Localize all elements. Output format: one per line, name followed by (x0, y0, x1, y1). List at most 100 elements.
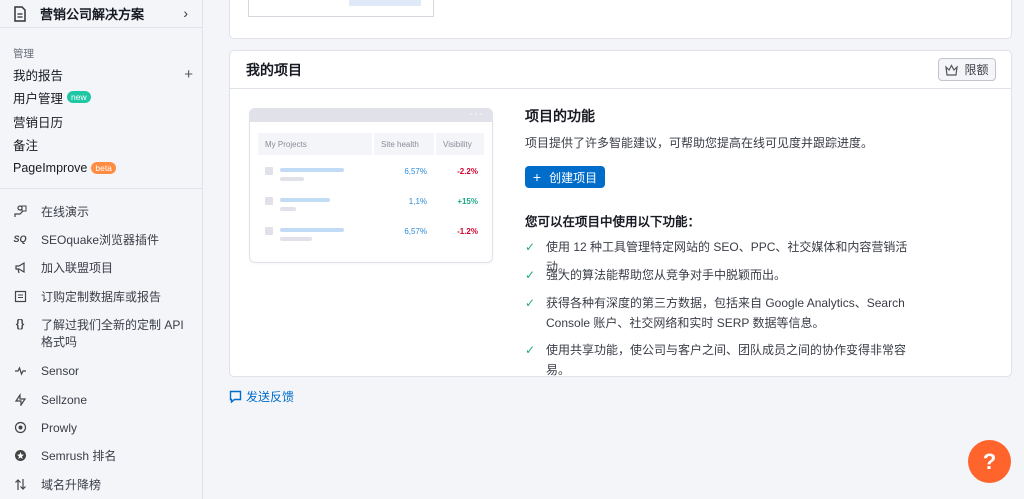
sidebar-link-label: 了解过我们全新的定制 API 格式吗 (41, 318, 184, 349)
document-list-icon (13, 289, 27, 303)
sidebar-top-label: 营销公司解决方案 (40, 7, 145, 22)
sidebar-link-affiliate[interactable]: 加入联盟项目 (13, 260, 198, 277)
limits-button-label: 限额 (964, 63, 989, 77)
sidebar: 营销公司解决方案 › 管理 我的报告 + 用户管理 new 营销日历 备注 Pa… (0, 0, 203, 499)
sidebar-item-label: 营销日历 (13, 115, 64, 130)
feature-text: 强大的算法能帮助您从竞争对手中脱颖而出。 (546, 268, 787, 282)
plus-icon: + (532, 169, 542, 185)
sidebar-link-demo[interactable]: 在线演示 (13, 204, 198, 221)
sensor-icon (13, 363, 27, 377)
sidebar-item-label: 用户管理 (13, 91, 64, 106)
seoquake-icon: SQ (13, 234, 27, 244)
sidebar-link-seoquake[interactable]: SQ SEOquake浏览器插件 (13, 232, 198, 249)
sidebar-link-sellzone[interactable]: Sellzone (13, 392, 198, 409)
prowly-icon (13, 420, 27, 434)
sidebar-link-domain-rank[interactable]: 域名升降榜 (13, 477, 198, 494)
sidebar-link-label: Semrush 排名 (41, 449, 117, 463)
chevron-right-icon: › (183, 5, 188, 21)
sidebar-link-label: 加入联盟项目 (41, 261, 114, 275)
preview-checkbox (265, 227, 273, 235)
sidebar-link-label: 订购定制数据库或报告 (41, 290, 162, 304)
feature-text: 获得各种有深度的第三方数据，包括来自 Google Analytics、Sear… (546, 296, 905, 330)
create-project-label: 创建项目 (549, 170, 598, 185)
feature-text: 使用共享功能，使公司与客户之间、团队成员之间的协作变得非常容易。 (546, 343, 907, 377)
preview-checkbox (265, 197, 273, 205)
feedback-icon (229, 390, 242, 403)
preview-site-health: 1,1% (408, 197, 427, 206)
card-title: 我的项目 (246, 61, 302, 78)
send-feedback-link[interactable]: 发送反馈 (229, 388, 294, 405)
add-report-icon[interactable]: + (184, 66, 193, 83)
previous-card (229, 0, 1012, 39)
new-badge: new (67, 91, 91, 103)
sidebar-link-label: Prowly (41, 421, 78, 435)
sidebar-link-label: Sellzone (41, 393, 88, 407)
feature-item: ✓ 使用共享功能，使公司与客户之间、团队成员之间的协作变得非常容易。 (525, 340, 925, 380)
send-feedback-label: 发送反馈 (246, 390, 295, 404)
preview-row: 6,57% -2.2% (250, 166, 492, 186)
preview-header-projects: My Projects (258, 133, 372, 155)
sidebar-link-label: Sensor (41, 364, 80, 378)
sidebar-item-marketing-calendar[interactable]: 营销日历 (13, 111, 193, 131)
preview-site-health: 6,57% (404, 167, 427, 176)
preview-sub-line (280, 207, 296, 211)
preview-header-visibility: Visibility (436, 133, 484, 155)
presentation-icon (13, 204, 27, 218)
preview-header-site-health: Site health (374, 133, 434, 155)
illustration-shape (349, 0, 421, 6)
beta-badge: beta (91, 162, 116, 174)
my-projects-card: 我的项目 限额 ··· My Projects Site health Visi… (229, 50, 1012, 377)
sidebar-item-agency-solutions[interactable]: 营销公司解决方案 › (0, 0, 202, 28)
preview-site-health: 6,57% (404, 227, 427, 236)
preview-name-line (280, 198, 330, 202)
preview-name-line (280, 228, 344, 232)
sidebar-link-custom-database[interactable]: 订购定制数据库或报告 (13, 289, 198, 306)
sidebar-item-my-reports[interactable]: 我的报告 + (13, 64, 193, 84)
sidebar-section-label: 管理 (13, 48, 34, 60)
sidebar-item-label: PageImprove (13, 161, 88, 175)
limits-button[interactable]: 限额 (938, 58, 996, 81)
sidebar-item-label: 我的报告 (13, 68, 64, 83)
domain-rank-icon (13, 477, 27, 491)
sidebar-link-sensor[interactable]: Sensor (13, 363, 198, 380)
code-braces-icon: {} (15, 318, 25, 330)
check-icon: ✓ (525, 296, 536, 310)
preview-sub-line (280, 237, 312, 241)
sidebar-link-label: 域名升降榜 (41, 478, 102, 492)
preview-window-bar: ··· (250, 109, 492, 122)
semrush-rank-icon (13, 448, 27, 462)
crown-icon (945, 63, 959, 76)
preview-visibility: -1.2% (457, 227, 478, 236)
sidebar-link-semrush-rank[interactable]: Semrush 排名 (13, 448, 198, 465)
sidebar-item-notes[interactable]: 备注 (13, 134, 193, 154)
card-header: 我的项目 (230, 51, 1011, 89)
sidebar-link-label: SEOquake浏览器插件 (41, 233, 160, 247)
help-button[interactable]: ? (968, 440, 1011, 483)
preview-visibility: -2.2% (457, 167, 478, 176)
sidebar-item-label: 备注 (13, 138, 39, 153)
preview-row: 1,1% +15% (250, 196, 492, 216)
preview-name-line (280, 168, 344, 172)
features-title: 项目的功能 (525, 108, 595, 124)
sidebar-item-pageimprove[interactable]: PageImprove beta (13, 158, 193, 178)
card-illustration (248, 0, 434, 17)
preview-row: 6,57% -1.2% (250, 226, 492, 246)
feature-item: ✓ 获得各种有深度的第三方数据，包括来自 Google Analytics、Se… (525, 293, 905, 333)
check-icon: ✓ (525, 343, 536, 357)
sidebar-divider (0, 188, 202, 189)
create-project-button[interactable]: + 创建项目 (525, 166, 605, 188)
preview-visibility: +15% (457, 197, 478, 206)
check-icon: ✓ (525, 268, 536, 282)
sidebar-link-prowly[interactable]: Prowly (13, 420, 198, 437)
document-icon (14, 5, 26, 22)
preview-checkbox (265, 167, 273, 175)
sellzone-icon (13, 392, 27, 406)
sidebar-item-user-management[interactable]: 用户管理 new (13, 87, 193, 107)
features-description: 项目提供了许多智能建议，可帮助您提高在线可见度并跟踪进度。 (525, 136, 874, 150)
can-use-title: 您可以在项目中使用以下功能： (525, 215, 701, 229)
megaphone-icon (13, 260, 27, 274)
preview-sub-line (280, 177, 304, 181)
sidebar-link-label: 在线演示 (41, 205, 90, 219)
sidebar-link-custom-api[interactable]: {} 了解过我们全新的定制 API 格式吗 (13, 317, 198, 351)
projects-preview-illustration: ··· My Projects Site health Visibility 6… (249, 108, 493, 263)
